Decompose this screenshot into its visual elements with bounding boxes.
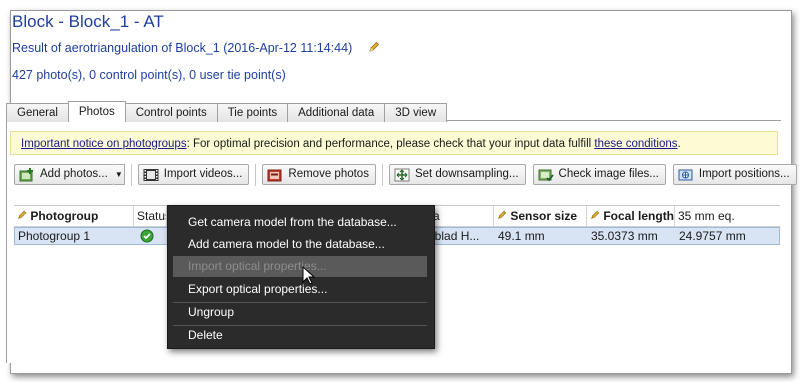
- check-image-files-button[interactable]: Check image files...: [532, 164, 666, 185]
- set-downsampling-button[interactable]: Set downsampling...: [388, 164, 526, 185]
- tab-general[interactable]: General: [6, 103, 69, 122]
- toolbar-divider: [381, 163, 383, 186]
- tab-control-points[interactable]: Control points: [124, 103, 218, 122]
- menu-item-export-optical-properties[interactable]: Export optical properties...: [173, 279, 427, 300]
- counts-summary: 427 photo(s), 0 control point(s), 0 user…: [12, 68, 286, 82]
- tab-bar: General Photos Control points Tie points…: [6, 101, 448, 122]
- tab-3d-view[interactable]: 3D view: [384, 103, 448, 122]
- photogroup-header-label: Photogroup: [30, 209, 99, 223]
- pencil-icon: [18, 210, 27, 219]
- notice-text: : For optimal precision and performance,…: [186, 138, 595, 150]
- cell-sensor-size: 49.1 mm: [498, 229, 545, 243]
- remove-photos-icon: [267, 169, 282, 181]
- pencil-icon: [498, 210, 507, 219]
- menu-item-ungroup[interactable]: Ungroup: [173, 302, 427, 323]
- column-header-status[interactable]: Status: [134, 206, 167, 226]
- check-image-files-label: Check image files...: [558, 168, 659, 180]
- menu-item-delete[interactable]: Delete: [173, 325, 427, 346]
- mouse-pointer-icon: [302, 265, 316, 289]
- pencil-icon: [591, 210, 600, 219]
- check-images-icon: [538, 169, 554, 181]
- add-photos-icon: [19, 167, 33, 181]
- toolbar-gap: [529, 164, 530, 186]
- import-positions-label: Import positions...: [698, 168, 790, 180]
- menu-item-add-camera-model[interactable]: Add camera model to the database...: [173, 234, 427, 255]
- remove-photos-button[interactable]: Remove photos: [262, 164, 376, 185]
- cell-photogroup: Photogroup 1: [18, 229, 91, 243]
- context-menu: Get camera model from the database... Ad…: [167, 205, 435, 349]
- downsampling-icon: [394, 168, 410, 181]
- tab-photos[interactable]: Photos: [67, 101, 126, 122]
- cell-focal-length: 35.0373 mm: [591, 229, 658, 243]
- chevron-down-icon: ▼: [114, 170, 123, 179]
- set-downsampling-label: Set downsampling...: [414, 168, 519, 180]
- toolbar-gap: [669, 164, 670, 186]
- tab-tie-points[interactable]: Tie points: [216, 103, 289, 122]
- toolbar-divider: [130, 163, 132, 186]
- tab-additional-data[interactable]: Additional data: [287, 103, 386, 122]
- notice-link-photogroups[interactable]: Important notice on photogroups: [21, 138, 187, 150]
- add-photos-label: Add photos...: [40, 168, 108, 180]
- status-ok-icon: [137, 228, 167, 244]
- remove-photos-label: Remove photos: [288, 168, 369, 180]
- column-header-focal-length[interactable]: Focal length: [587, 206, 675, 226]
- cell-35mm-eq: 24.9757 mm: [679, 229, 746, 243]
- subtitle-text: Result of aerotriangulation of Block_1 (…: [12, 41, 353, 55]
- menu-item-get-camera-model[interactable]: Get camera model from the database...: [173, 212, 427, 233]
- focal-length-header-label: Focal length: [603, 209, 675, 223]
- page-title: Block - Block_1 - AT: [12, 12, 164, 31]
- photogroup-notice: Important notice on photogroups: For opt…: [10, 131, 778, 155]
- add-photos-dropdown[interactable]: ▼: [113, 164, 125, 185]
- column-header-sensor-size[interactable]: Sensor size: [494, 206, 587, 226]
- film-strip-icon: [143, 168, 159, 181]
- column-header-35mm-eq[interactable]: 35 mm eq.: [675, 206, 780, 226]
- menu-item-import-optical-properties[interactable]: Import optical properties...: [173, 256, 427, 277]
- import-videos-button[interactable]: Import videos...: [137, 164, 250, 185]
- notice-link-conditions[interactable]: these conditions: [594, 138, 677, 150]
- import-videos-label: Import videos...: [163, 168, 243, 180]
- toolbar-divider: [255, 163, 257, 186]
- import-positions-button[interactable]: Import positions...: [672, 164, 797, 185]
- photos-toolbar: Add photos... ▼ Import videos... Remove …: [14, 163, 797, 186]
- import-positions-icon: [678, 169, 693, 180]
- pencil-icon[interactable]: [368, 41, 380, 56]
- column-header-photogroup[interactable]: Photogroup: [14, 206, 134, 226]
- notice-end: .: [677, 138, 681, 150]
- sensor-size-header-label: Sensor size: [510, 209, 578, 223]
- add-photos-button[interactable]: Add photos...: [14, 164, 114, 185]
- aerotriangulation-subtitle: Result of aerotriangulation of Block_1 (…: [12, 41, 380, 56]
